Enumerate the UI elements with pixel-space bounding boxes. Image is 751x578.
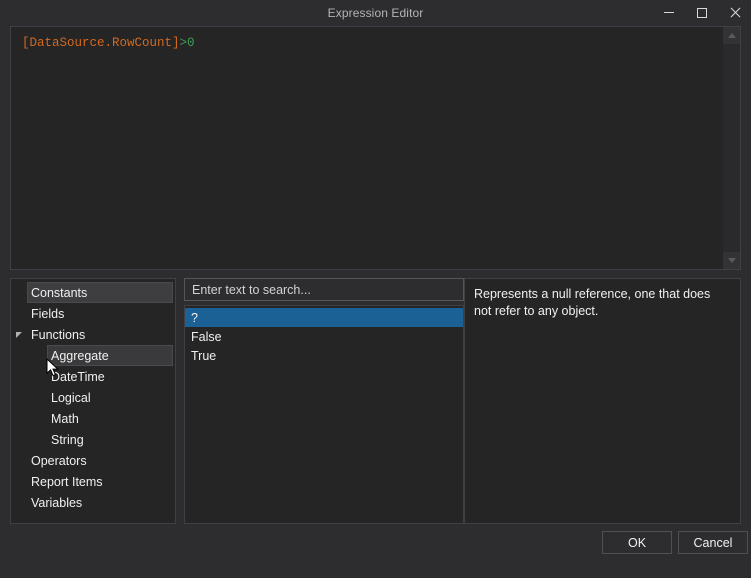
search-placeholder: Enter text to search... bbox=[192, 282, 311, 297]
scroll-up-arrow-icon bbox=[727, 33, 736, 38]
ok-button[interactable]: OK bbox=[602, 531, 672, 554]
tree-item-string[interactable]: String bbox=[11, 429, 175, 450]
minimize-button[interactable] bbox=[652, 0, 685, 25]
expression-token-operator: > bbox=[179, 36, 188, 50]
tree-item-report-items[interactable]: Report Items bbox=[11, 471, 175, 492]
editor-vertical-scrollbar[interactable] bbox=[723, 27, 740, 269]
expression-editor-area[interactable]: [DataSource.RowCount]>0 bbox=[10, 26, 741, 270]
tree-item-label: Operators bbox=[31, 453, 87, 468]
tree-item-variables[interactable]: Variables bbox=[11, 492, 175, 513]
minimize-icon bbox=[663, 12, 674, 13]
description-text: Represents a null reference, one that do… bbox=[474, 287, 711, 318]
category-tree: Constants Fields Functions Aggregate DateTim… bbox=[11, 279, 175, 513]
tree-item-label: Functions bbox=[31, 327, 86, 342]
category-tree-panel[interactable]: Constants Fields Functions Aggregate DateTim… bbox=[10, 278, 176, 524]
tree-item-operators[interactable]: Operators bbox=[11, 450, 175, 471]
expression-token-field: [DataSource.RowCount] bbox=[22, 36, 180, 50]
maximize-button[interactable] bbox=[685, 0, 718, 25]
tree-item-label: DateTime bbox=[51, 369, 105, 384]
tree-item-label: Aggregate bbox=[51, 348, 109, 363]
tree-item-logical[interactable]: Logical bbox=[11, 387, 175, 408]
tree-item-fields[interactable]: Fields bbox=[11, 303, 175, 324]
close-icon bbox=[729, 7, 740, 18]
tree-item-aggregate[interactable]: Aggregate bbox=[11, 345, 175, 366]
triangle-expanded-icon bbox=[16, 331, 22, 338]
tree-item-datetime[interactable]: DateTime bbox=[11, 366, 175, 387]
close-button[interactable] bbox=[718, 0, 751, 25]
cancel-button[interactable]: Cancel bbox=[678, 531, 748, 554]
dialog-footer: OK Cancel bbox=[0, 524, 751, 578]
expression-text[interactable]: [DataSource.RowCount]>0 bbox=[22, 35, 195, 51]
selector-panels: Constants Fields Functions Aggregate DateTim… bbox=[10, 278, 741, 524]
window-title: Expression Editor bbox=[327, 5, 424, 20]
list-item[interactable]: ? bbox=[185, 308, 463, 327]
search-input[interactable]: Enter text to search... bbox=[184, 278, 464, 301]
tree-item-constants[interactable]: Constants bbox=[11, 282, 175, 303]
scrollbar-up-button[interactable] bbox=[723, 27, 740, 44]
list-item[interactable]: True bbox=[185, 346, 463, 365]
window-controls bbox=[652, 0, 751, 25]
tree-item-label: Math bbox=[51, 411, 79, 426]
tree-item-label: Fields bbox=[31, 306, 65, 321]
tree-item-label: Constants bbox=[31, 285, 88, 300]
tree-item-label: String bbox=[51, 432, 84, 447]
expression-token-number: 0 bbox=[187, 36, 195, 50]
tree-expander-collapse-icon[interactable] bbox=[15, 329, 27, 341]
tree-item-label: Variables bbox=[31, 495, 83, 510]
tree-item-functions[interactable]: Functions bbox=[11, 324, 175, 345]
tree-item-math[interactable]: Math bbox=[11, 408, 175, 429]
scrollbar-down-button[interactable] bbox=[723, 252, 740, 269]
list-item[interactable]: False bbox=[185, 327, 463, 346]
constant-list[interactable]: ? False True bbox=[184, 305, 464, 524]
item-list-panel: Enter text to search... ? False True bbox=[184, 278, 464, 524]
tree-item-label: Report Items bbox=[31, 474, 103, 489]
maximize-icon bbox=[696, 7, 707, 18]
tree-item-label: Logical bbox=[51, 390, 91, 405]
title-bar[interactable]: Expression Editor bbox=[0, 0, 751, 25]
scroll-down-arrow-icon bbox=[727, 258, 736, 263]
description-panel: Represents a null reference, one that do… bbox=[464, 278, 741, 524]
